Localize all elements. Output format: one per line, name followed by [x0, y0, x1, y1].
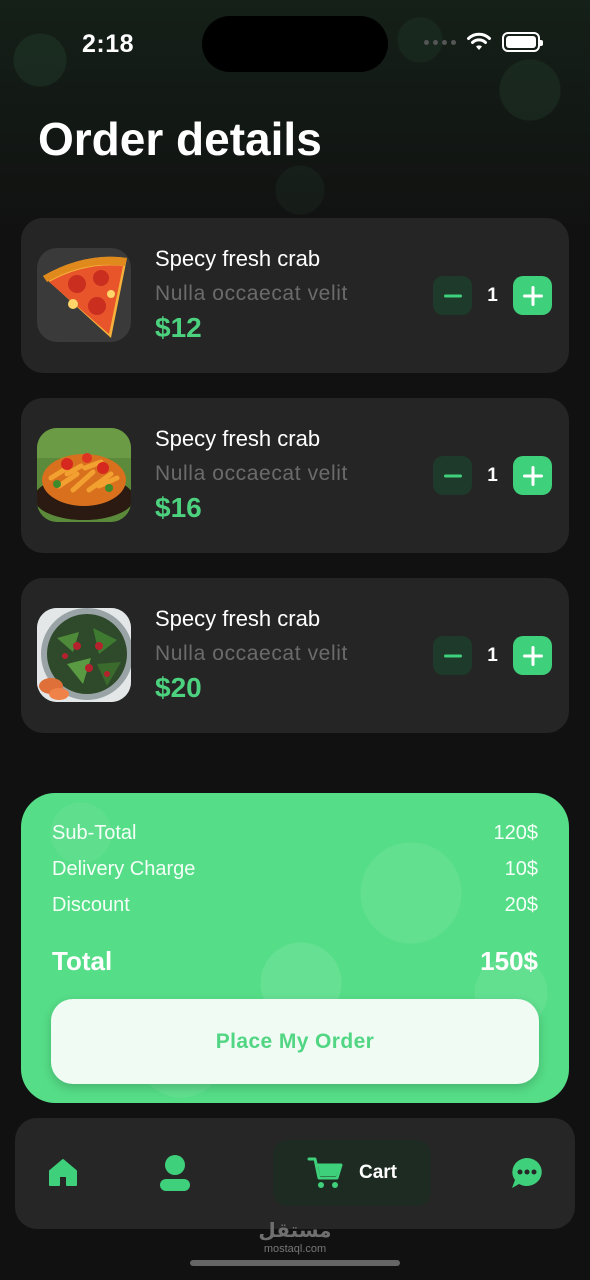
quantity-value: 1 — [487, 644, 498, 666]
nav-home[interactable] — [47, 1156, 79, 1188]
order-item-card: Specy fresh crab Nulla occaecat velit $1… — [21, 398, 569, 553]
quantity-stepper: 1 — [433, 636, 552, 675]
order-summary-card: Sub-Total 120$ Delivery Charge 10$ Disco… — [21, 793, 569, 1103]
item-name: Specy fresh crab — [155, 606, 321, 631]
salad-bowl-image — [37, 608, 131, 702]
status-bar: 2:18 — [0, 0, 590, 90]
home-icon — [49, 1159, 77, 1186]
chat-icon — [512, 1158, 542, 1188]
nav-cart[interactable]: Cart — [273, 1140, 431, 1206]
nav-chat[interactable] — [510, 1156, 544, 1190]
increase-quantity-button[interactable] — [513, 456, 552, 495]
item-price: $20 — [155, 672, 202, 703]
order-item-card: Specy fresh crab Nulla occaecat velit $2… — [21, 578, 569, 733]
total-label: Total — [52, 946, 113, 976]
quantity-value: 1 — [487, 464, 498, 486]
delivery-label: Delivery Charge — [52, 858, 196, 880]
total-value: 150$ — [480, 946, 538, 976]
status-time: 2:18 — [82, 30, 135, 58]
nav-profile[interactable] — [159, 1154, 191, 1192]
pizza-slice-image — [37, 248, 131, 342]
minus-icon — [443, 474, 462, 477]
quantity-stepper: 1 — [433, 276, 552, 315]
order-item-card: Specy fresh crab Nulla occaecat velit $1… — [21, 218, 569, 373]
plus-icon — [522, 285, 543, 306]
watermark-url: mostaql.com — [263, 1243, 327, 1255]
delivery-row: Delivery Charge 10$ — [52, 858, 538, 881]
wifi-icon — [467, 32, 491, 50]
watermark: مستقل mostaql.com — [0, 1218, 590, 1255]
item-description: Nulla occaecat velit — [155, 282, 348, 305]
battery-icon — [502, 32, 543, 52]
bottom-navigation: Cart — [15, 1118, 575, 1229]
decrease-quantity-button[interactable] — [433, 636, 472, 675]
subtotal-label: Sub-Total — [52, 822, 137, 844]
increase-quantity-button[interactable] — [513, 276, 552, 315]
item-price: $12 — [155, 312, 202, 343]
decrease-quantity-button[interactable] — [433, 456, 472, 495]
page-title: Order details — [38, 113, 322, 165]
delivery-value: 10$ — [504, 858, 538, 880]
item-price: $16 — [155, 492, 202, 523]
place-order-button[interactable]: Place My Order — [51, 999, 539, 1084]
status-icons — [424, 32, 543, 52]
pasta-plate-image — [37, 428, 131, 522]
item-name: Specy fresh crab — [155, 426, 321, 451]
cart-icon — [307, 1157, 343, 1188]
item-description: Nulla occaecat velit — [155, 642, 348, 665]
plus-icon — [522, 645, 543, 666]
quantity-stepper: 1 — [433, 456, 552, 495]
signal-icon — [424, 39, 456, 45]
subtotal-value: 120$ — [493, 822, 539, 844]
item-name: Specy fresh crab — [155, 246, 321, 271]
item-description: Nulla occaecat velit — [155, 462, 348, 485]
increase-quantity-button[interactable] — [513, 636, 552, 675]
dynamic-island — [202, 16, 388, 72]
home-indicator — [190, 1260, 400, 1266]
discount-value: 20$ — [504, 894, 538, 916]
total-row: Total 150$ — [52, 946, 538, 977]
discount-label: Discount — [52, 894, 130, 916]
nav-cart-label: Cart — [358, 1162, 397, 1183]
decrease-quantity-button[interactable] — [433, 276, 472, 315]
subtotal-row: Sub-Total 120$ — [52, 822, 538, 845]
quantity-value: 1 — [487, 284, 498, 306]
minus-icon — [443, 654, 462, 657]
plus-icon — [522, 465, 543, 486]
minus-icon — [443, 294, 462, 297]
profile-icon — [160, 1155, 190, 1191]
discount-row: Discount 20$ — [52, 894, 538, 917]
watermark-arabic: مستقل — [258, 1220, 332, 1242]
